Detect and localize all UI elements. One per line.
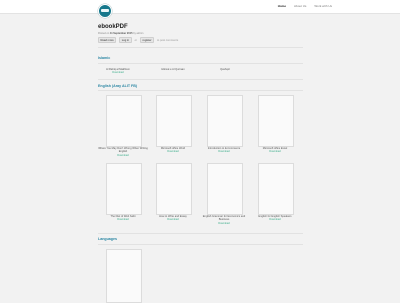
book-title[interactable]: Where You May Don't Wrong When Writing E…	[98, 147, 148, 154]
book-item[interactable]: Where You May Don't Wrong When Writing E…	[98, 147, 148, 157]
nav-home[interactable]: Home	[278, 4, 286, 8]
download-link[interactable]: Download	[148, 150, 198, 153]
post-actions: Read more Log in or register to post com…	[98, 37, 178, 43]
nav-about-us[interactable]: About Us	[294, 4, 306, 8]
book-item[interactable]: English for English Speakers Download	[250, 215, 300, 222]
divider	[98, 63, 303, 64]
section-title-languages: Languages	[98, 237, 117, 241]
meta-date: 11 September 2015	[109, 31, 133, 35]
book-item[interactable]: Microsoft office Word Download	[148, 147, 198, 154]
book-item[interactable]: Introduction to E-Commerce Download	[199, 147, 249, 154]
section-title-islamic: Islamic	[98, 56, 111, 60]
download-link[interactable]: Download	[98, 154, 148, 157]
nav-work-with-us[interactable]: Work with Us	[314, 4, 332, 8]
divider	[98, 244, 303, 245]
divider	[98, 233, 303, 234]
meta-author[interactable]: admin	[137, 32, 144, 35]
top-bar: Home About Us Work with Us	[0, 0, 400, 14]
register-button[interactable]: register	[140, 37, 154, 43]
book-cover[interactable]	[106, 249, 142, 303]
book-cover[interactable]	[156, 95, 192, 147]
download-link[interactable]: Download	[98, 218, 148, 221]
logo-mark	[101, 9, 109, 12]
book-cover[interactable]	[258, 95, 294, 147]
download-link[interactable]: Download	[250, 150, 300, 153]
book-title[interactable]: Qashqol	[200, 68, 250, 71]
book-cover[interactable]	[156, 163, 192, 215]
main-nav: Home About Us Work with Us	[278, 4, 332, 8]
book-item[interactable]: How to Write and Essay Download	[148, 215, 198, 222]
book-cover[interactable]	[207, 163, 243, 215]
meta-by-label: by	[133, 31, 136, 35]
book-cover[interactable]	[207, 95, 243, 147]
download-link[interactable]: Download	[199, 222, 249, 225]
book-item[interactable]: Al Rahiq al Makhtum Download	[93, 68, 143, 75]
download-link[interactable]: Download	[93, 71, 143, 74]
book-cover[interactable]	[258, 163, 294, 215]
book-cover[interactable]	[106, 95, 142, 147]
read-more-button[interactable]: Read more	[98, 37, 117, 43]
post-meta: Posted on 11 September 2015 by admin	[98, 32, 143, 35]
or-label: or	[134, 38, 138, 42]
meta-posted-label: Posted on	[98, 31, 110, 35]
book-item[interactable]: The Diet of Web habit Download	[98, 215, 148, 222]
download-link[interactable]: Download	[250, 218, 300, 221]
site-logo[interactable]	[98, 4, 112, 18]
download-link[interactable]: Download	[199, 150, 249, 153]
book-item[interactable]: Microsoft office Excel Download	[250, 147, 300, 154]
book-item[interactable]: Hikmat e Al Qurraan	[148, 68, 198, 71]
book-item[interactable]: English Grammar for Economics and Busine…	[199, 215, 249, 225]
book-title[interactable]: Hikmat e Al Qurraan	[148, 68, 198, 71]
divider	[98, 47, 303, 48]
comments-hint: to post comments	[156, 38, 179, 42]
divider	[98, 90, 303, 91]
book-title[interactable]: English Grammar for Economics and Busine…	[199, 215, 249, 222]
download-link[interactable]: Download	[148, 218, 198, 221]
book-cover[interactable]	[106, 163, 142, 215]
divider	[98, 79, 303, 80]
book-item[interactable]: Qashqol	[200, 68, 250, 71]
post-title[interactable]: ebookPDF	[98, 24, 128, 30]
section-title-english: English (Aray ALIT FB)	[98, 84, 137, 88]
login-button[interactable]: Log in	[119, 37, 132, 43]
